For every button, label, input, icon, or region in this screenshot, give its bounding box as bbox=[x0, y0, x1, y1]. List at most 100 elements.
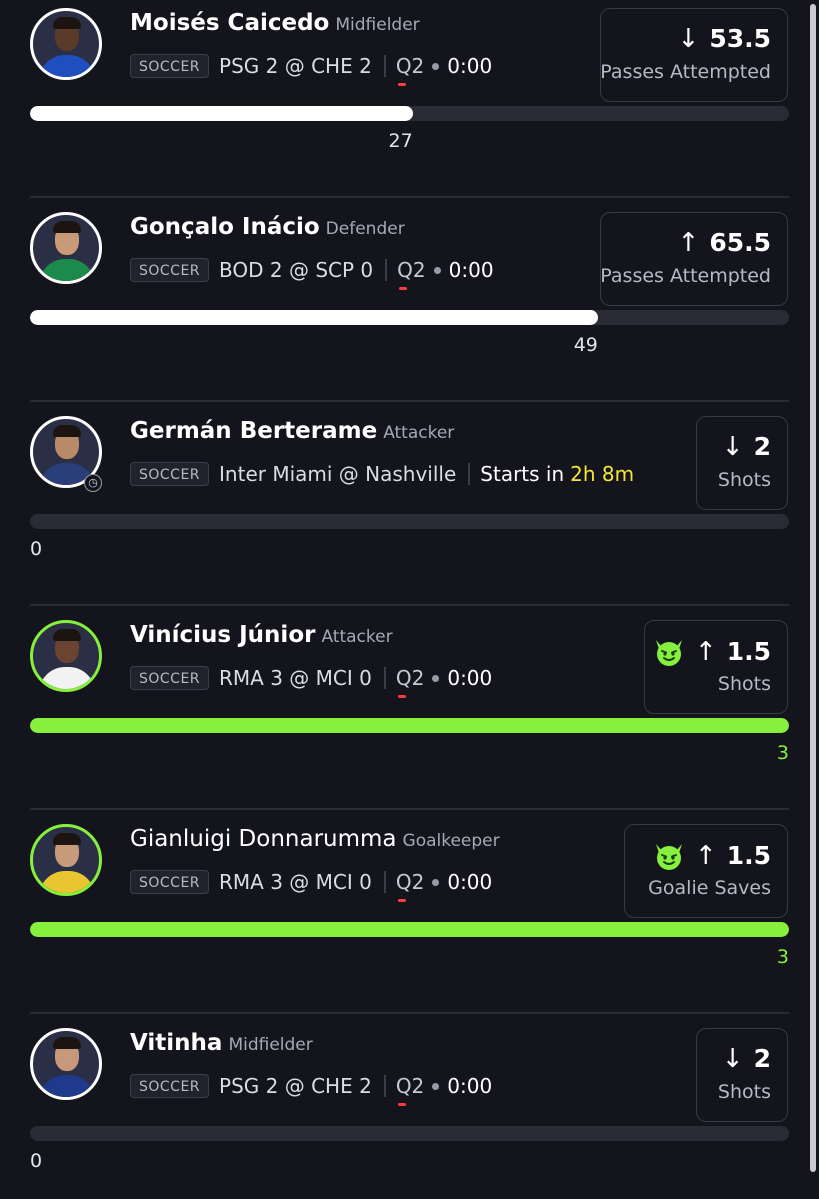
pick-line-box[interactable]: ↓ 2 Shots bbox=[696, 1028, 788, 1122]
matchup: PSG 2 @ CHE 2 bbox=[219, 54, 372, 78]
pick-header: ↓ 2 bbox=[721, 432, 771, 462]
player-position: Goalkeeper bbox=[402, 831, 500, 851]
game-info: SOCCER RMA 3 @ MCI 0 Q2 0:00 bbox=[130, 665, 492, 698]
current-stat-value: 0 bbox=[30, 538, 43, 560]
picks-list: Moisés Caicedo Midfielder SOCCER PSG 2 @ CH… bbox=[0, 0, 819, 1199]
live-indicator bbox=[397, 899, 406, 902]
progress-bar bbox=[30, 310, 789, 325]
game-clock: 0:00 bbox=[447, 870, 493, 894]
scrollbar[interactable] bbox=[810, 4, 816, 1172]
game-clock: 0:00 bbox=[448, 258, 494, 282]
pick-stat-type: Passes Attempted bbox=[600, 265, 771, 287]
pick-line-box[interactable]: ↑ 1.5 Shots bbox=[644, 620, 788, 714]
arrow-up-icon: ↑ bbox=[694, 637, 717, 667]
devil-icon bbox=[655, 640, 682, 666]
pick-card[interactable]: Moisés Caicedo Midfielder SOCCER PSG 2 @ CH… bbox=[0, 0, 819, 198]
period-label: Q2 bbox=[395, 666, 425, 690]
player-name[interactable]: Vinícius Júnior bbox=[130, 622, 315, 648]
game-period: Q2 bbox=[397, 258, 426, 290]
pick-card[interactable]: Vitinha Midfielder SOCCER PSG 2 @ CHE 2 Q2 0:… bbox=[0, 1014, 819, 1199]
player-name[interactable]: Germán Berterame bbox=[130, 418, 377, 444]
player-position: Midfielder bbox=[335, 15, 420, 35]
pick-stat-type: Shots bbox=[717, 1081, 771, 1103]
live-indicator bbox=[397, 83, 406, 86]
player-avatar bbox=[30, 212, 102, 284]
current-stat-value: 27 bbox=[388, 130, 413, 152]
bullet-separator bbox=[432, 878, 440, 886]
sport-badge: SOCCER bbox=[130, 258, 210, 282]
starts-countdown: 2h 8m bbox=[570, 462, 635, 486]
pick-line-box[interactable]: ↑ 65.5 Passes Attempted bbox=[600, 212, 788, 306]
arrow-up-icon: ↑ bbox=[677, 228, 700, 258]
game-info: SOCCER PSG 2 @ CHE 2 Q2 0:00 bbox=[130, 53, 493, 86]
game-info: SOCCER Inter Miami @ Nashville Starts in 2h… bbox=[130, 461, 634, 487]
pick-stat-type: Goalie Saves bbox=[648, 877, 771, 899]
game-clock: 0:00 bbox=[447, 54, 493, 78]
player-name-line: Moisés Caicedo Midfielder bbox=[130, 10, 420, 36]
pick-card[interactable]: Vinícius Júnior Attacker SOCCER RMA 3 @ MCI… bbox=[0, 606, 819, 810]
pick-stat-type: Shots bbox=[717, 673, 771, 695]
game-period: Q2 bbox=[395, 1074, 425, 1106]
matchup: Inter Miami @ Nashville bbox=[219, 462, 457, 486]
progress-bar bbox=[30, 514, 789, 529]
pick-line-box[interactable]: ↓ 53.5 Passes Attempted bbox=[600, 8, 788, 102]
pick-card[interactable]: ◷ Germán Berterame Attacker SOCCER Inter Mia… bbox=[0, 402, 819, 606]
player-avatar bbox=[30, 824, 102, 896]
live-indicator bbox=[397, 1103, 406, 1106]
period-label: Q2 bbox=[395, 870, 425, 894]
period-label: Q2 bbox=[395, 1074, 425, 1098]
current-stat-value: 0 bbox=[30, 1150, 43, 1172]
game-info: SOCCER BOD 2 @ SCP 0 Q2 0:00 bbox=[130, 257, 494, 290]
clock-icon: ◷ bbox=[84, 474, 102, 492]
player-name[interactable]: Gonçalo Inácio bbox=[130, 214, 320, 240]
player-position: Defender bbox=[325, 219, 405, 239]
pick-line-value: 1.5 bbox=[726, 637, 771, 666]
game-info: SOCCER RMA 3 @ MCI 0 Q2 0:00 bbox=[130, 869, 493, 902]
bullet-separator bbox=[432, 1082, 440, 1090]
pick-card[interactable]: Gianluigi Donnarumma Goalkeeper SOCCER RMA … bbox=[0, 810, 819, 1014]
progress-fill bbox=[30, 310, 598, 325]
bullet-separator bbox=[432, 62, 440, 70]
arrow-down-icon: ↓ bbox=[721, 1044, 744, 1074]
pick-line-box[interactable]: ↑ 1.5 Goalie Saves bbox=[624, 824, 788, 918]
divider bbox=[385, 259, 388, 281]
progress-bar bbox=[30, 1126, 789, 1141]
pick-line-box[interactable]: ↓ 2 Shots bbox=[696, 416, 788, 510]
live-indicator bbox=[399, 287, 408, 290]
matchup: BOD 2 @ SCP 0 bbox=[219, 258, 374, 282]
player-name-line: Germán Berterame Attacker bbox=[130, 418, 454, 444]
pick-line-value: 2 bbox=[753, 1044, 771, 1073]
arrow-down-icon: ↓ bbox=[721, 432, 744, 462]
pick-line-value: 53.5 bbox=[709, 24, 771, 53]
player-name-line: Gonçalo Inácio Defender bbox=[130, 214, 405, 240]
sport-badge: SOCCER bbox=[130, 870, 210, 894]
pick-header: ↑ 1.5 bbox=[653, 841, 771, 871]
player-name-line: Gianluigi Donnarumma Goalkeeper bbox=[130, 826, 500, 852]
progress-bar bbox=[30, 718, 789, 733]
progress-bar bbox=[30, 106, 789, 121]
player-name[interactable]: Gianluigi Donnarumma bbox=[130, 826, 397, 852]
pick-line-value: 2 bbox=[753, 432, 771, 461]
game-period: Q2 bbox=[395, 666, 425, 698]
current-stat-value: 3 bbox=[776, 742, 789, 764]
divider bbox=[383, 1075, 386, 1097]
sport-badge: SOCCER bbox=[130, 1074, 210, 1098]
player-name[interactable]: Vitinha bbox=[130, 1030, 222, 1056]
pick-line-value: 65.5 bbox=[709, 228, 771, 257]
starts-label: Starts in bbox=[480, 462, 565, 486]
divider bbox=[383, 55, 386, 77]
divider bbox=[383, 667, 386, 689]
pick-header: ↓ 2 bbox=[721, 1044, 771, 1074]
player-name[interactable]: Moisés Caicedo bbox=[130, 10, 329, 36]
player-position: Midfielder bbox=[228, 1035, 313, 1055]
pick-card[interactable]: Gonçalo Inácio Defender SOCCER BOD 2 @ SCP … bbox=[0, 198, 819, 402]
progress-fill bbox=[30, 718, 789, 733]
pick-header: ↓ 53.5 bbox=[678, 24, 771, 54]
game-period: Q2 bbox=[396, 54, 424, 86]
player-avatar bbox=[30, 8, 102, 80]
player-name-line: Vitinha Midfielder bbox=[130, 1030, 313, 1056]
player-avatar bbox=[30, 1028, 102, 1100]
arrow-up-icon: ↑ bbox=[694, 841, 717, 871]
sport-badge: SOCCER bbox=[130, 666, 210, 690]
matchup: PSG 2 @ CHE 2 bbox=[219, 1074, 372, 1098]
